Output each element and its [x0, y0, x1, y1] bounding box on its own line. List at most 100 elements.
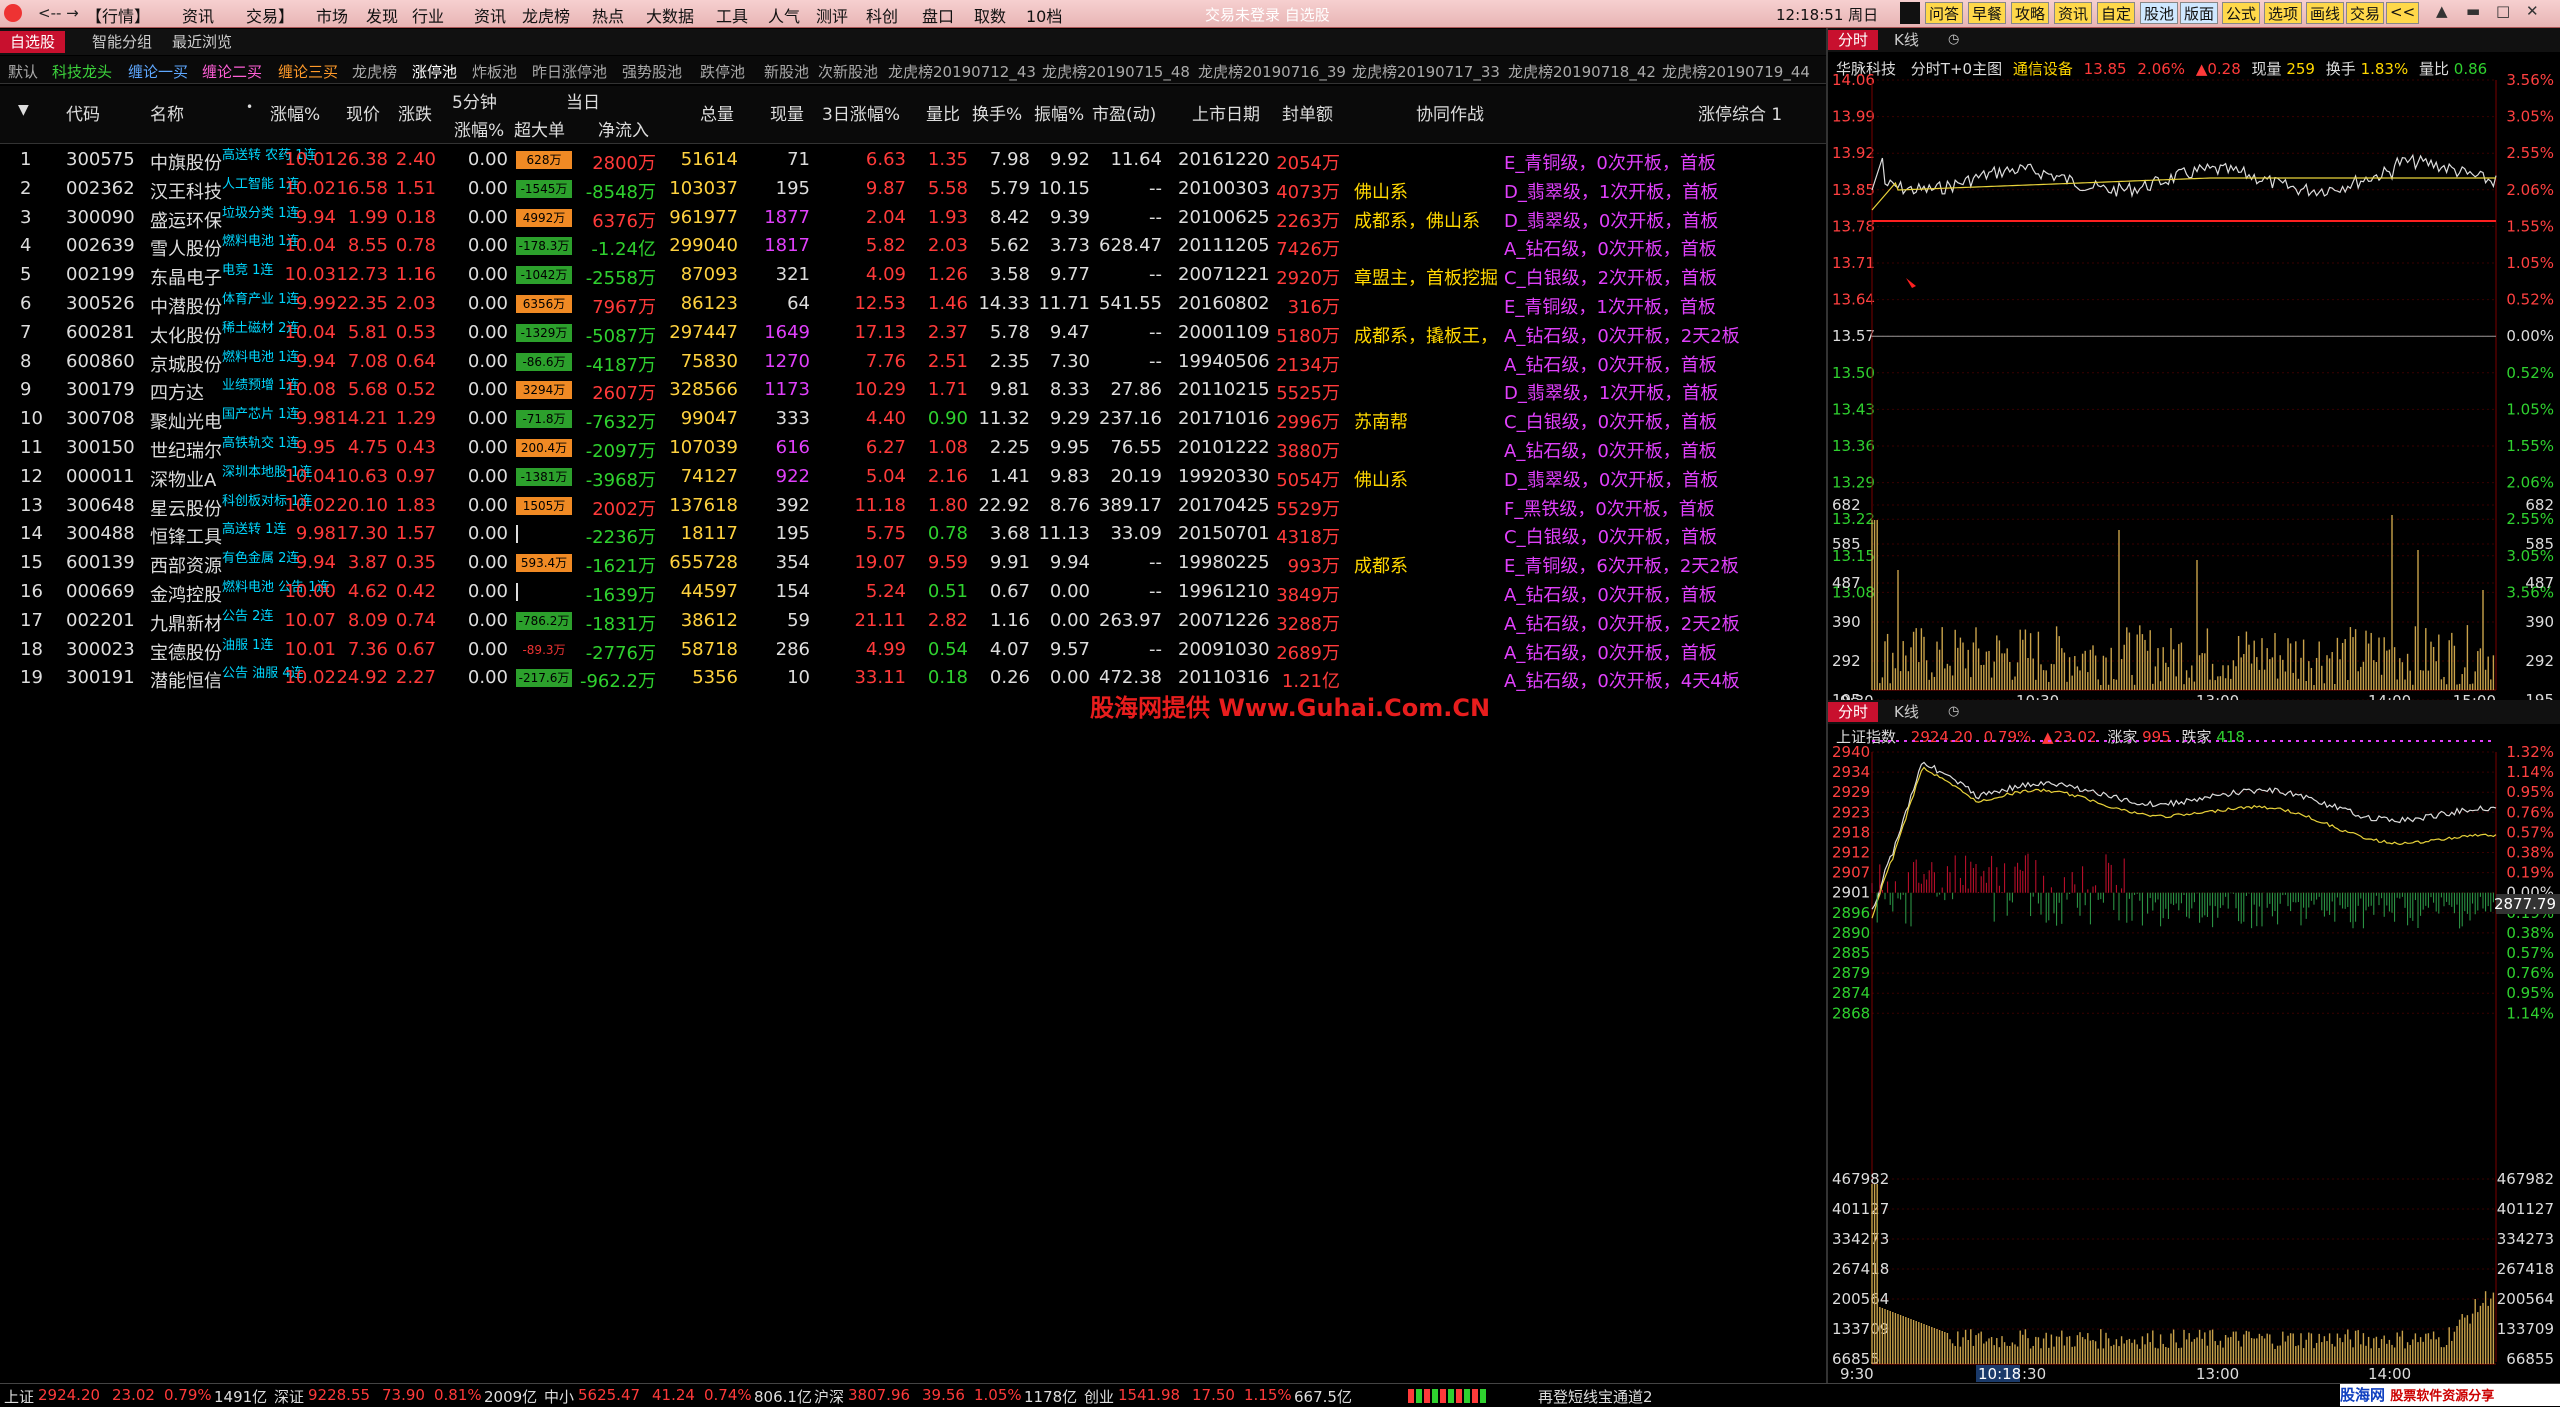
- toolbar-button[interactable]: 攻略: [2011, 2, 2050, 24]
- top-menu-item[interactable]: 测评: [816, 3, 848, 27]
- table-row[interactable]: 5 002199 东晶电子 电竞 1连 10.03 12.73 1.16 0.00 -1042万…: [0, 261, 1800, 289]
- col-summary[interactable]: 涨停综合 1: [1698, 100, 1782, 125]
- top-menu-item[interactable]: 10档: [1026, 3, 1062, 27]
- pool-tab[interactable]: 缠论二买: [202, 61, 262, 82]
- toolbar-button[interactable]: 自定: [2097, 2, 2136, 24]
- tab-timeshare[interactable]: 分时: [1828, 30, 1879, 50]
- table-row[interactable]: 15 600139 西部资源 有色金属 2连 9.94 3.87 0.35 0.00 593.4…: [0, 549, 1800, 577]
- col-name[interactable]: 名称: [150, 100, 184, 125]
- col-price[interactable]: 现价: [346, 100, 380, 125]
- pool-tab[interactable]: 龙虎榜: [352, 61, 397, 82]
- clock-icon[interactable]: ◷: [1938, 30, 1969, 50]
- pool-tab[interactable]: 涨停池: [412, 61, 457, 82]
- toolbar-button[interactable]: 交易: [2346, 2, 2385, 24]
- table-row[interactable]: 18 300023 宝德股份 油服 1连 10.01 7.36 0.67 0.00 -89.3万…: [0, 636, 1800, 664]
- top-menu-item[interactable]: 盘口: [922, 3, 954, 27]
- table-row[interactable]: 9 300179 四方达 业绩预增 1连 10.08 5.68 0.52 0.00 3294万 2…: [0, 376, 1800, 404]
- tab-kline-index[interactable]: K线: [1884, 702, 1929, 722]
- toolbar-button[interactable]: 问答: [1925, 2, 1964, 24]
- col-chg[interactable]: 涨幅%: [270, 100, 320, 125]
- stock-timeshare-chart[interactable]: 14.06 3.56% 13.99 3.05% 13.92 2.55% 13.85 2.06%…: [1828, 50, 2560, 700]
- table-row[interactable]: 10 300708 聚灿光电 国产芯片 1连 9.98 14.21 1.29 0.00 -71.…: [0, 405, 1800, 433]
- index-timeshare-chart[interactable]: 2940 1.32% 2934 1.14% 2929 0.95% 2923 0.76% 2918…: [1828, 722, 2560, 1382]
- col-list[interactable]: 上市日期: [1192, 100, 1260, 125]
- table-row[interactable]: 19 300191 潜能恒信 公告 油服 4连 10.02 24.92 2.27 0.00 -2…: [0, 664, 1800, 692]
- pool-tab[interactable]: 缠论一买: [128, 61, 188, 82]
- table-row[interactable]: 17 002201 九鼎新材 公告 2连 10.07 8.09 0.74 0.00 -786.2…: [0, 607, 1800, 635]
- col-netin[interactable]: 净流入: [598, 116, 649, 141]
- pool-tab[interactable]: 强势股池: [622, 61, 682, 82]
- col-coop[interactable]: 协同作战: [1416, 100, 1484, 125]
- top-menu-item[interactable]: 发现: [366, 3, 398, 27]
- pool-tab[interactable]: 龙虎榜20190716_39: [1198, 61, 1346, 82]
- tab-group[interactable]: 自选股: [0, 31, 66, 53]
- pool-tab[interactable]: 跌停池: [700, 61, 745, 82]
- maximize-icon[interactable]: □: [2496, 2, 2510, 20]
- col-turn[interactable]: 换手%: [972, 100, 1022, 125]
- top-menu-item[interactable]: 大数据: [646, 3, 694, 27]
- top-menu-item[interactable]: 交易】: [246, 3, 294, 27]
- table-row[interactable]: 13 300648 星云股份 科创板对标 1连 10.02 20.10 1.83 0.00 15…: [0, 492, 1800, 520]
- pool-tab[interactable]: 炸板池: [472, 61, 517, 82]
- skin-icon[interactable]: ▲: [2436, 2, 2448, 20]
- pool-tab[interactable]: 科技龙头: [52, 61, 112, 82]
- col-super[interactable]: 超大单: [514, 116, 565, 141]
- toolbar-button[interactable]: 版面: [2180, 2, 2219, 24]
- top-menu-item[interactable]: 人气: [768, 3, 800, 27]
- pool-tab[interactable]: 龙虎榜20190718_42: [1508, 61, 1656, 82]
- col-amp[interactable]: 振幅%: [1034, 100, 1084, 125]
- tab-timeshare-index[interactable]: 分时: [1828, 702, 1879, 722]
- col-vol[interactable]: 总量: [700, 100, 734, 125]
- table-row[interactable]: 2 002362 汉王科技 人工智能 1连 10.02 16.58 1.51 0.00 -154…: [0, 175, 1800, 203]
- top-menu-item[interactable]: 取数: [974, 3, 1006, 27]
- pool-tab[interactable]: 缠论三买: [278, 61, 338, 82]
- col-seal[interactable]: 封单额: [1282, 100, 1333, 125]
- col-change[interactable]: 涨跌: [398, 100, 432, 125]
- toolbar-button[interactable]: 早餐: [1968, 2, 2007, 24]
- top-menu-item[interactable]: 资讯: [182, 3, 214, 27]
- pool-tab[interactable]: 龙虎榜20190719_44: [1662, 61, 1810, 82]
- top-menu-item[interactable]: 科创: [866, 3, 898, 27]
- col-vr[interactable]: 量比: [926, 100, 960, 125]
- top-menu-item[interactable]: 【行情】: [86, 3, 150, 27]
- pool-tab[interactable]: 龙虎榜20190712_43: [888, 61, 1036, 82]
- pool-tab[interactable]: 龙虎榜20190717_33: [1352, 61, 1500, 82]
- top-menu-item[interactable]: 工具: [716, 3, 748, 27]
- sort-arrow-icon[interactable]: ▼: [18, 102, 29, 118]
- table-row[interactable]: 7 600281 太化股份 稀土磁材 2连 10.04 5.81 0.53 0.00 -1329…: [0, 319, 1800, 347]
- pool-tab[interactable]: 昨日涨停池: [532, 61, 607, 82]
- toolbar-button[interactable]: 选项: [2264, 2, 2303, 24]
- table-row[interactable]: 14 300488 恒锋工具 高送转 1连 9.98 17.30 1.57 0.00 -2236…: [0, 520, 1800, 548]
- top-menu-item[interactable]: 龙虎榜: [522, 3, 570, 27]
- tab-kline[interactable]: K线: [1884, 30, 1929, 50]
- top-menu-item[interactable]: 行业: [412, 3, 444, 27]
- toolbar-button[interactable]: 资讯: [2054, 2, 2093, 24]
- col-min5-sub[interactable]: 涨幅%: [454, 116, 504, 141]
- tab-group[interactable]: 智能分组: [82, 31, 162, 53]
- top-menu-item[interactable]: 市场: [316, 3, 348, 27]
- toolbar-button[interactable]: 公式: [2222, 2, 2261, 24]
- pool-tab[interactable]: 龙虎榜20190715_48: [1042, 61, 1190, 82]
- top-menu-item[interactable]: 资讯: [474, 3, 506, 27]
- table-row[interactable]: 6 300526 中潜股份 体育产业 1连 9.99 22.35 2.03 0.00 6356万…: [0, 290, 1800, 318]
- table-row[interactable]: 3 300090 盛运环保 垃圾分类 1连 9.94 1.99 0.18 0.00 4992万 6…: [0, 204, 1800, 232]
- minimize-icon[interactable]: ▬: [2466, 2, 2480, 20]
- table-row[interactable]: 16 000669 金鸿控股 燃料电池 公告 1连 10.00 4.62 0.42 0.00-…: [0, 578, 1800, 606]
- pool-tab[interactable]: 新股池: [764, 61, 809, 82]
- clock-icon[interactable]: ◷: [1938, 702, 1969, 722]
- table-row[interactable]: 11 300150 世纪瑞尔 高铁轨交 1连 9.95 4.75 0.43 0.00 200.4…: [0, 434, 1800, 462]
- top-menu-item[interactable]: 热点: [592, 3, 624, 27]
- table-row[interactable]: 1 300575 中旗股份 高送转 农药 1连 10.01 26.38 2.40 0.00 62…: [0, 146, 1800, 174]
- toolbar-button[interactable]: <<: [2386, 2, 2420, 24]
- col-min5[interactable]: 5分钟: [452, 88, 497, 113]
- table-row[interactable]: 4 002639 雪人股份 燃料电池 1连 10.04 8.55 0.78 0.00 -178.…: [0, 232, 1800, 260]
- col-pe[interactable]: 市盈(动): [1092, 100, 1156, 125]
- col-cur[interactable]: 现量: [770, 100, 804, 125]
- table-row[interactable]: 12 000011 深物业A 深圳本地股 1连 10.04 10.63 0.97 0.00 -1…: [0, 463, 1800, 491]
- col-code[interactable]: 代码: [66, 100, 100, 125]
- pool-tab[interactable]: 默认: [8, 61, 38, 82]
- color-swatch-icon[interactable]: [1900, 2, 1920, 24]
- toolbar-button[interactable]: 画线: [2306, 2, 2345, 24]
- toolbar-button[interactable]: 股池: [2140, 2, 2179, 24]
- pool-tab[interactable]: 次新股池: [818, 61, 878, 82]
